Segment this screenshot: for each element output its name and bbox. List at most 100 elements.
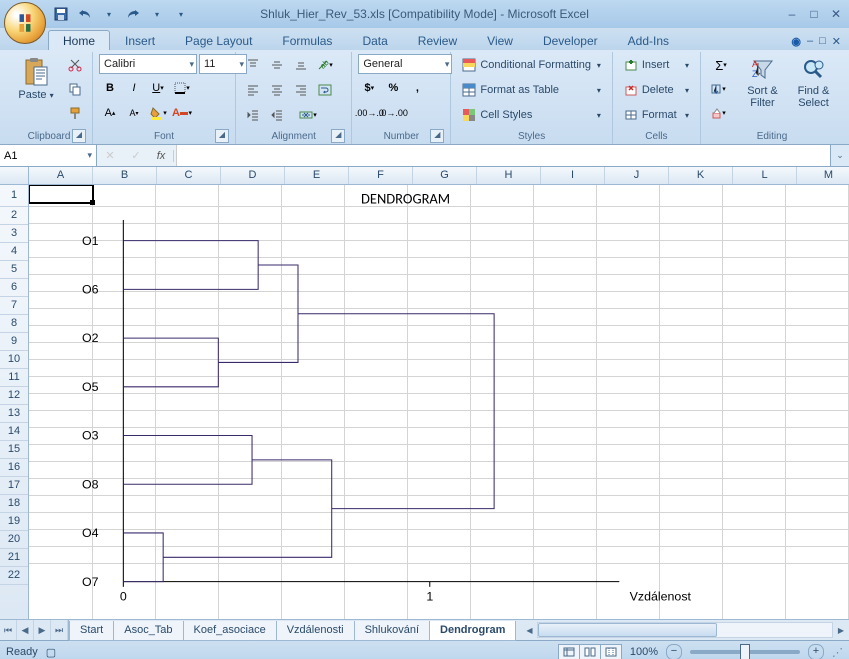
col-header[interactable]: L [733, 167, 797, 184]
name-box[interactable]: A1 [0, 145, 97, 166]
comma-icon[interactable]: , [406, 77, 428, 99]
row-header[interactable]: 13 [0, 405, 28, 423]
percent-icon[interactable]: % [382, 77, 404, 99]
col-header[interactable]: M [797, 167, 849, 184]
format-cells-button[interactable]: Format▾ [619, 104, 694, 126]
ribbon-tab-review[interactable]: Review [403, 30, 472, 50]
paste-button[interactable]: Paste ▾ [12, 54, 60, 105]
row-header[interactable]: 19 [0, 513, 28, 531]
zoom-slider[interactable] [690, 650, 800, 654]
increase-decimal-icon[interactable]: .00→.0 [358, 102, 380, 124]
ribbon-tab-add-ins[interactable]: Add-Ins [613, 30, 684, 50]
resize-grip-icon[interactable]: ⋰ [832, 646, 843, 659]
number-dialog-icon[interactable]: ◢ [430, 129, 444, 143]
row-header[interactable]: 8 [0, 315, 28, 333]
qat-drop-icon[interactable]: ▾ [100, 5, 118, 23]
sheet-tab[interactable]: Start [69, 621, 114, 641]
horizontal-scrollbar[interactable]: ◀▶ [521, 620, 849, 640]
row-header[interactable]: 7 [0, 297, 28, 315]
decrease-font-icon[interactable]: A▾ [123, 102, 145, 124]
ribbon-tab-insert[interactable]: Insert [110, 30, 170, 50]
sheet-tab[interactable]: Dendrogram [429, 621, 516, 641]
sort-filter-button[interactable]: AZ Sort & Filter [739, 54, 786, 112]
zoom-out-icon[interactable]: − [666, 644, 682, 659]
orientation-icon[interactable]: ab▾ [314, 54, 336, 76]
alignment-dialog-icon[interactable]: ◢ [331, 129, 345, 143]
ribbon-tab-developer[interactable]: Developer [528, 30, 613, 50]
page-break-view-icon[interactable] [601, 645, 621, 659]
row-header[interactable]: 12 [0, 387, 28, 405]
ribbon-tab-data[interactable]: Data [347, 30, 402, 50]
align-bottom-icon[interactable] [290, 54, 312, 76]
row-header[interactable]: 15 [0, 441, 28, 459]
mdi-minimize-icon[interactable]: – [807, 35, 813, 48]
qat-drop2-icon[interactable]: ▾ [148, 5, 166, 23]
increase-font-icon[interactable]: A▴ [99, 102, 121, 124]
row-header[interactable]: 3 [0, 225, 28, 243]
row-header[interactable]: 18 [0, 495, 28, 513]
col-header[interactable]: C [157, 167, 221, 184]
autosum-icon[interactable]: Σ▾ [707, 54, 735, 76]
font-dialog-icon[interactable]: ◢ [215, 129, 229, 143]
increase-indent-icon[interactable] [266, 104, 288, 126]
clear-icon[interactable]: ▾ [707, 102, 729, 124]
mdi-close-icon[interactable]: ✕ [832, 35, 841, 48]
row-header[interactable]: 22 [0, 567, 28, 585]
border-button[interactable]: ▾ [171, 77, 193, 99]
align-middle-icon[interactable] [266, 54, 288, 76]
row-header[interactable]: 17 [0, 477, 28, 495]
zoom-in-icon[interactable]: + [808, 644, 824, 659]
row-header[interactable]: 14 [0, 423, 28, 441]
sheet-tab[interactable]: Shlukování [354, 621, 430, 641]
col-header[interactable]: K [669, 167, 733, 184]
qat-customize-icon[interactable]: ▾ [172, 5, 190, 23]
row-header[interactable]: 16 [0, 459, 28, 477]
normal-view-icon[interactable] [559, 645, 580, 659]
sheet-tab[interactable]: Vzdálenosti [276, 621, 355, 641]
row-header[interactable]: 2 [0, 207, 28, 225]
col-header[interactable]: E [285, 167, 349, 184]
font-name-select[interactable]: Calibri [99, 54, 197, 74]
zoom-level[interactable]: 100% [630, 646, 658, 658]
page-layout-view-icon[interactable] [580, 645, 601, 659]
decrease-indent-icon[interactable] [242, 104, 264, 126]
row-header[interactable]: 9 [0, 333, 28, 351]
close-icon[interactable]: ✕ [827, 7, 845, 21]
align-left-icon[interactable] [242, 79, 264, 101]
tab-prev-icon[interactable]: ◀ [17, 620, 34, 640]
conditional-formatting-button[interactable]: Conditional Formatting▾ [457, 54, 605, 76]
sheet-tab[interactable]: Koef_asociace [183, 621, 277, 641]
col-header[interactable]: H [477, 167, 541, 184]
ribbon-tab-home[interactable]: Home [48, 30, 110, 50]
copy-icon[interactable] [64, 78, 86, 100]
format-painter-icon[interactable] [64, 102, 86, 124]
format-as-table-button[interactable]: Format as Table▾ [457, 79, 605, 101]
col-header[interactable]: A [29, 167, 93, 184]
save-icon[interactable] [52, 5, 70, 23]
col-header[interactable]: I [541, 167, 605, 184]
undo-icon[interactable] [76, 5, 94, 23]
minimize-icon[interactable]: – [783, 7, 801, 21]
row-header[interactable]: 20 [0, 531, 28, 549]
row-header[interactable]: 10 [0, 351, 28, 369]
number-format-select[interactable]: General [358, 54, 452, 74]
tab-next-icon[interactable]: ▶ [34, 620, 51, 640]
select-all-corner[interactable] [0, 167, 29, 184]
col-header[interactable]: B [93, 167, 157, 184]
currency-icon[interactable]: $▾ [358, 77, 380, 99]
find-select-button[interactable]: Find & Select [790, 54, 837, 112]
ribbon-tab-formulas[interactable]: Formulas [267, 30, 347, 50]
col-header[interactable]: D [221, 167, 285, 184]
col-header[interactable]: J [605, 167, 669, 184]
font-color-button[interactable]: A▾ [171, 102, 193, 124]
active-cell[interactable] [29, 185, 94, 204]
underline-button[interactable]: U▾ [147, 77, 169, 99]
row-header[interactable]: 4 [0, 243, 28, 261]
bold-button[interactable]: B [99, 77, 121, 99]
office-button[interactable] [4, 2, 46, 44]
fx-icon[interactable]: fx [149, 150, 174, 162]
tab-first-icon[interactable]: ⏮ [0, 620, 17, 640]
restore-icon[interactable]: □ [805, 7, 823, 21]
col-header[interactable]: G [413, 167, 477, 184]
clipboard-dialog-icon[interactable]: ◢ [72, 129, 86, 143]
